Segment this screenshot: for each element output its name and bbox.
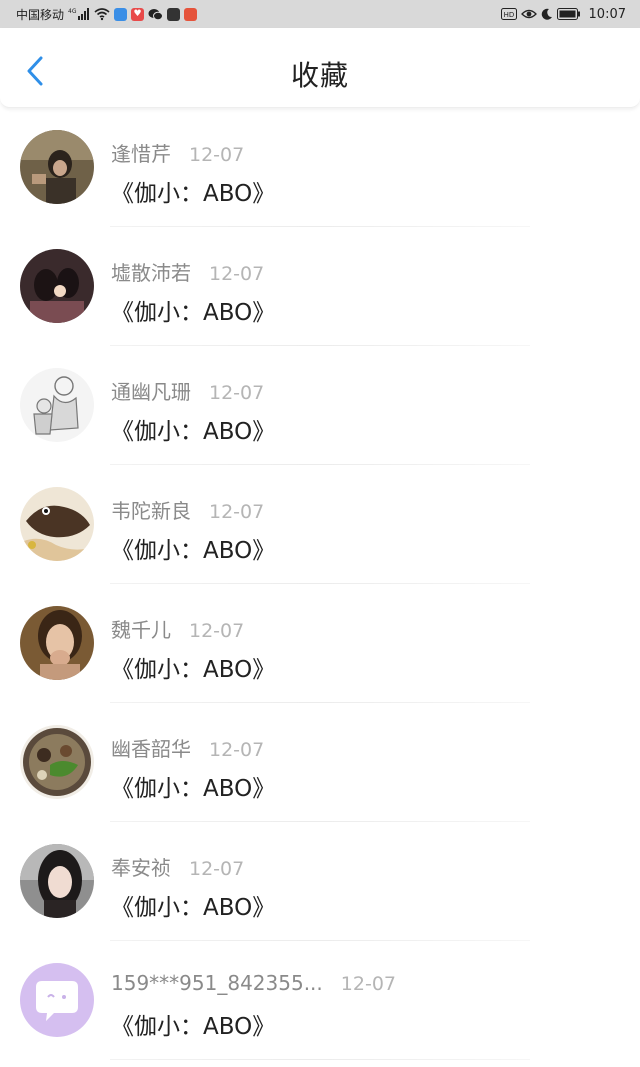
username: 魏千儿 [111,618,171,642]
username: 幽香韶华 [111,737,191,761]
item-meta: 通幽凡珊 12-07 [111,376,264,405]
item-meta: 159***951_842355... 12-07 [111,971,396,995]
wifi-icon [94,7,110,21]
book-title: 《伽小：ABO》 [111,538,276,564]
avatar[interactable] [20,725,94,799]
item-meta: 奉安祯 12-07 [111,852,244,881]
avatar[interactable] [20,606,94,680]
date: 12-07 [340,973,396,995]
username: 韦陀新良 [111,499,191,523]
avatar[interactable] [20,844,94,918]
avatar[interactable] [20,963,94,1037]
date: 12-07 [209,739,265,761]
username: 通幽凡珊 [111,380,191,404]
battery-icon [556,8,581,20]
book-title: 《伽小：ABO》 [111,776,276,802]
username: 墟散沛若 [111,261,191,285]
book-title: 《伽小：ABO》 [111,181,276,207]
page-title: 收藏 [290,59,349,92]
nav-bar: 收藏 [0,28,640,108]
favorite-item[interactable]: 逢惜芹 12-07 《伽小：ABO》 [0,108,640,227]
status-time: 10:07 [588,6,626,22]
item-meta: 墟散沛若 12-07 [111,257,264,286]
date: 12-07 [189,620,245,642]
favorite-item[interactable]: 159***951_842355... 12-07 《伽小：ABO》 [0,941,640,1060]
status-bar-left: 中国移动 4G ♥ [16,6,198,23]
avatar[interactable] [20,249,94,323]
divider [110,1059,530,1060]
username: 逢惜芹 [111,142,171,166]
favorite-item[interactable]: 墟散沛若 12-07 《伽小：ABO》 [0,227,640,346]
book-title: 《伽小：ABO》 [111,895,276,921]
hd-icon: HD [500,8,517,20]
heart-app-icon: ♥ [131,7,145,21]
favorite-item[interactable]: 通幽凡珊 12-07 《伽小：ABO》 [0,346,640,465]
favorites-list: 逢惜芹 12-07 《伽小：ABO》 墟散沛若 12-07 《伽小：ABO》 通… [0,108,640,1060]
book-title: 《伽小：ABO》 [111,419,276,445]
status-bar-right: HD 10:07 [500,6,626,22]
red-app-icon [184,7,198,21]
network-type-label: 4G [68,8,77,15]
date: 12-07 [209,382,265,404]
book-title: 《伽小：ABO》 [111,1014,276,1040]
item-meta: 韦陀新良 12-07 [111,495,264,524]
avatar[interactable] [20,487,94,561]
date: 12-07 [189,858,245,880]
book-title: 《伽小：ABO》 [111,657,276,683]
status-bar: 中国移动 4G ♥ HD 10:07 [0,0,640,28]
favorite-item[interactable]: 魏千儿 12-07 《伽小：ABO》 [0,584,640,703]
item-meta: 魏千儿 12-07 [111,614,244,643]
eye-icon [520,8,537,20]
item-meta: 幽香韶华 12-07 [111,733,264,762]
favorite-item[interactable]: 韦陀新良 12-07 《伽小：ABO》 [0,465,640,584]
hd-label: HD [503,11,514,19]
favorite-item[interactable]: 奉安祯 12-07 《伽小：ABO》 [0,822,640,941]
username: 159***951_842355... [111,971,323,995]
book-title: 《伽小：ABO》 [111,300,276,326]
date: 12-07 [209,501,265,523]
item-meta: 逢惜芹 12-07 [111,138,244,167]
carrier-label: 中国移动 [16,7,65,22]
date: 12-07 [209,263,265,285]
avatar[interactable] [20,368,94,442]
moon-icon [541,8,553,20]
shield-app-icon [114,7,128,21]
wechat-icon [148,8,164,21]
avatar[interactable] [20,130,94,204]
signal-icon: 4G [68,7,90,21]
username: 奉安祯 [111,856,171,880]
favorite-item[interactable]: 幽香韶华 12-07 《伽小：ABO》 [0,703,640,822]
date: 12-07 [189,144,245,166]
bookmark-app-icon [167,7,181,21]
